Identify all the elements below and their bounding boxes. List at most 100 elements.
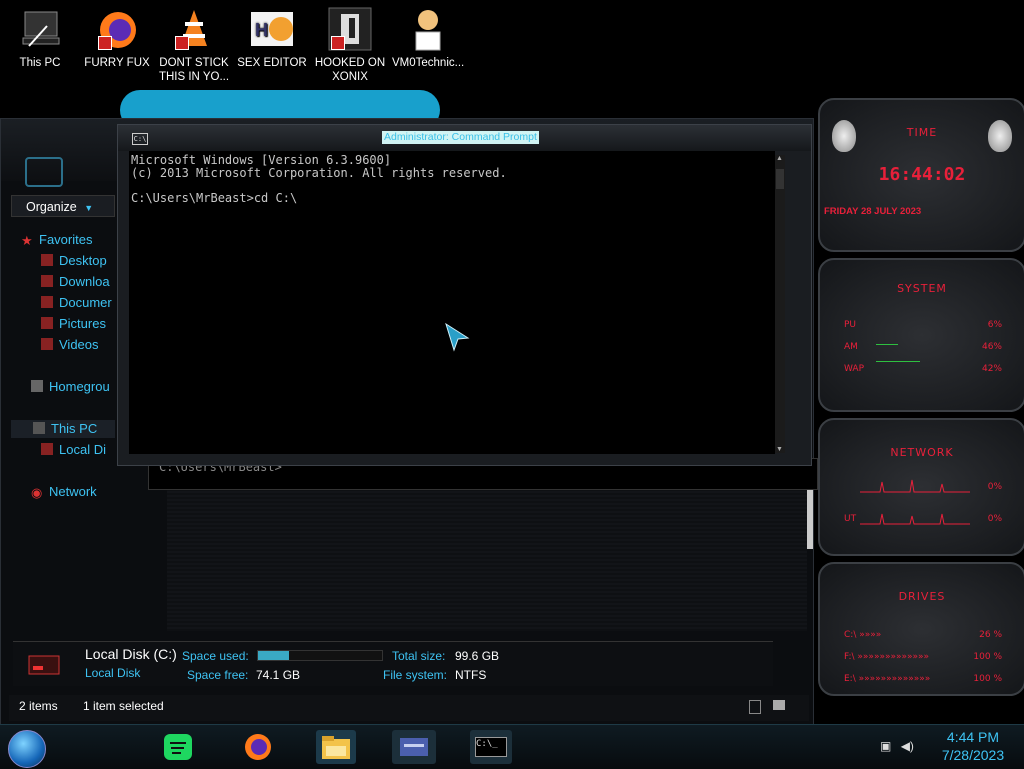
start-button[interactable] (8, 730, 46, 768)
row-label: WAP (844, 364, 864, 374)
desktop-icon-this-pc[interactable]: This PC (4, 6, 76, 70)
svg-text:H: H (255, 20, 268, 40)
videos-folder-icon (41, 338, 53, 350)
star-icon: ★ (21, 233, 33, 248)
arrows-icon: »»»» (859, 630, 882, 640)
firefox-taskbar-button[interactable] (240, 730, 276, 764)
desktop-icon-sex-editor[interactable]: H SEX EDITOR (236, 6, 308, 70)
nav-documents[interactable]: Documer (41, 294, 112, 312)
nav-label: Pictures (59, 316, 106, 331)
details-title: Local Disk (C:) (85, 646, 177, 662)
row-value: 100 % (973, 652, 1002, 662)
nav-favorites[interactable]: ★ Favorites (21, 231, 92, 249)
command-prompt-window[interactable]: C:\ Administrator: Command Prompt Micros… (117, 124, 812, 466)
nav-label: This PC (51, 421, 98, 436)
scroll-thumb[interactable] (776, 169, 784, 189)
file-system-value: NTFS (455, 668, 487, 682)
nav-desktop[interactable]: Desktop (41, 252, 107, 270)
drive-e-row: E:\ »»»»»»»»»»»»» 100 % (844, 674, 1002, 684)
scroll-up-icon[interactable]: ▲ (776, 155, 783, 162)
nav-label: Local Di (59, 442, 106, 457)
ram-row: AM 46% (844, 342, 1002, 352)
nav-pictures[interactable]: Pictures (41, 315, 106, 333)
desktop-icon-vm0technic[interactable]: VM0Technic... (392, 6, 464, 70)
console-line: C:\Users\MrBeast>cd C:\ (131, 190, 298, 205)
row-label: PU (844, 320, 857, 330)
taskbar-clock[interactable]: 4:44 PM 7/28/2023 (930, 728, 1016, 764)
nav-label: Videos (59, 337, 99, 352)
nav-label: Favorites (39, 232, 93, 247)
nav-local-disk[interactable]: Local Di (41, 441, 106, 459)
mouse-cursor-icon (444, 322, 470, 352)
row-value: 0% (987, 514, 1002, 524)
row-label: C:\ (844, 630, 857, 640)
gadget-sidebar: TIME 16:44:02 FRIDAY 28 JULY 2023 SYSTEM… (808, 90, 1024, 724)
arrows-icon: »»»»»»»»»»»»» (858, 674, 931, 684)
organize-label: Organize (26, 200, 77, 214)
row-label: F:\ (844, 652, 855, 662)
nav-label: Documer (59, 295, 112, 310)
cmd-app-label: C:\_ (475, 737, 507, 757)
downloads-folder-icon (41, 275, 53, 287)
organize-menu[interactable]: Organize ▼ (11, 195, 115, 217)
swap-graph-line (876, 361, 920, 362)
cmd-system-icon[interactable]: C:\ (132, 133, 148, 145)
network-gadget[interactable]: NETWORK 0% UT 0% (818, 418, 1024, 556)
doctor-avatar-icon (405, 6, 451, 52)
network-graph (860, 479, 970, 525)
drive-f-row: F:\ »»»»»»»»»»»»» 100 % (844, 652, 1002, 662)
nav-videos[interactable]: Videos (41, 336, 99, 354)
cmd-taskbar-button[interactable]: C:\_ (470, 730, 512, 764)
control-panel-taskbar-button[interactable] (392, 730, 436, 764)
large-icons-view-icon[interactable] (773, 700, 785, 710)
shortcut-arrow-icon (175, 36, 189, 50)
row-label: AM (844, 342, 858, 352)
nav-network[interactable]: ◉ Network (31, 483, 97, 501)
volume-icon[interactable]: ◀) (901, 739, 914, 753)
space-free-label: Space free: (187, 668, 249, 682)
desktop-icon-label: DONT STICK THIS IN YO... (158, 57, 230, 83)
nav-this-pc[interactable]: This PC (11, 420, 115, 438)
desktop-icon-label: VM0Technic... (392, 57, 465, 69)
details-pane: Local Disk (C:) Local Disk Space used: S… (13, 641, 773, 686)
cmd-scrollbar[interactable]: ▲ ▼ (775, 155, 785, 453)
file-system-label: File system: (383, 668, 448, 682)
system-gadget[interactable]: SYSTEM PU 6% AM 46% WAP 42% (818, 258, 1024, 412)
gadget-clock: 16:44:02 (878, 164, 966, 185)
spotify-taskbar-button[interactable] (160, 730, 196, 764)
desktop-icon-vlc[interactable]: DONT STICK THIS IN YO... (158, 6, 230, 84)
firefox-icon (94, 6, 140, 52)
vlc-cone-icon (171, 6, 217, 52)
console-output[interactable]: Microsoft Windows [Version 6.3.9600] (c)… (129, 151, 775, 454)
time-gadget[interactable]: TIME 16:44:02 FRIDAY 28 JULY 2023 (818, 98, 1024, 252)
nav-downloads[interactable]: Downloa (41, 273, 110, 291)
nav-homegroup[interactable]: Homegrou (31, 378, 110, 396)
system-tray: ▣ ◀) (880, 739, 914, 753)
drive-c-row: C:\ »»»» 26 % (844, 630, 1002, 640)
desktop-icon-furry-fux[interactable]: FURRY FUX (81, 6, 153, 70)
cmd-window-title: Administrator: Command Prompt (382, 131, 539, 144)
network-tray-icon[interactable]: ▣ (880, 739, 891, 753)
details-view-icon[interactable] (749, 700, 761, 714)
cmd-title-bar[interactable]: C:\ Administrator: Command Prompt (118, 125, 811, 151)
back-button[interactable] (25, 157, 63, 187)
row-value: 6% (987, 320, 1002, 330)
pictures-folder-icon (41, 317, 53, 329)
desktop-icon-hooked-on-xonix[interactable]: HOOKED ON XONIX (314, 6, 386, 84)
space-free-value: 74.1 GB (256, 668, 301, 682)
taskbar: C:\_ ▣ ◀) 4:44 PM 7/28/2023 (0, 724, 1024, 769)
file-explorer-taskbar-button[interactable] (316, 730, 356, 764)
arrows-icon: »»»»»»»»»»»»» (857, 652, 930, 662)
selection-count: 1 item selected (83, 699, 164, 713)
scroll-down-icon[interactable]: ▼ (776, 446, 783, 453)
swap-row: WAP 42% (844, 364, 1002, 374)
nav-label: Homegrou (49, 379, 110, 394)
row-value: 42% (981, 364, 1002, 374)
total-size-value: 99.6 GB (455, 649, 500, 663)
details-subtitle: Local Disk (85, 666, 141, 680)
chevron-down-icon: ▼ (84, 203, 94, 213)
space-used-fill (258, 651, 289, 660)
desktop-folder-icon (41, 254, 53, 266)
drives-gadget[interactable]: DRIVES C:\ »»»» 26 % F:\ »»»»»»»»»»»»» 100… (818, 562, 1024, 696)
network-title: NETWORK (890, 446, 954, 459)
